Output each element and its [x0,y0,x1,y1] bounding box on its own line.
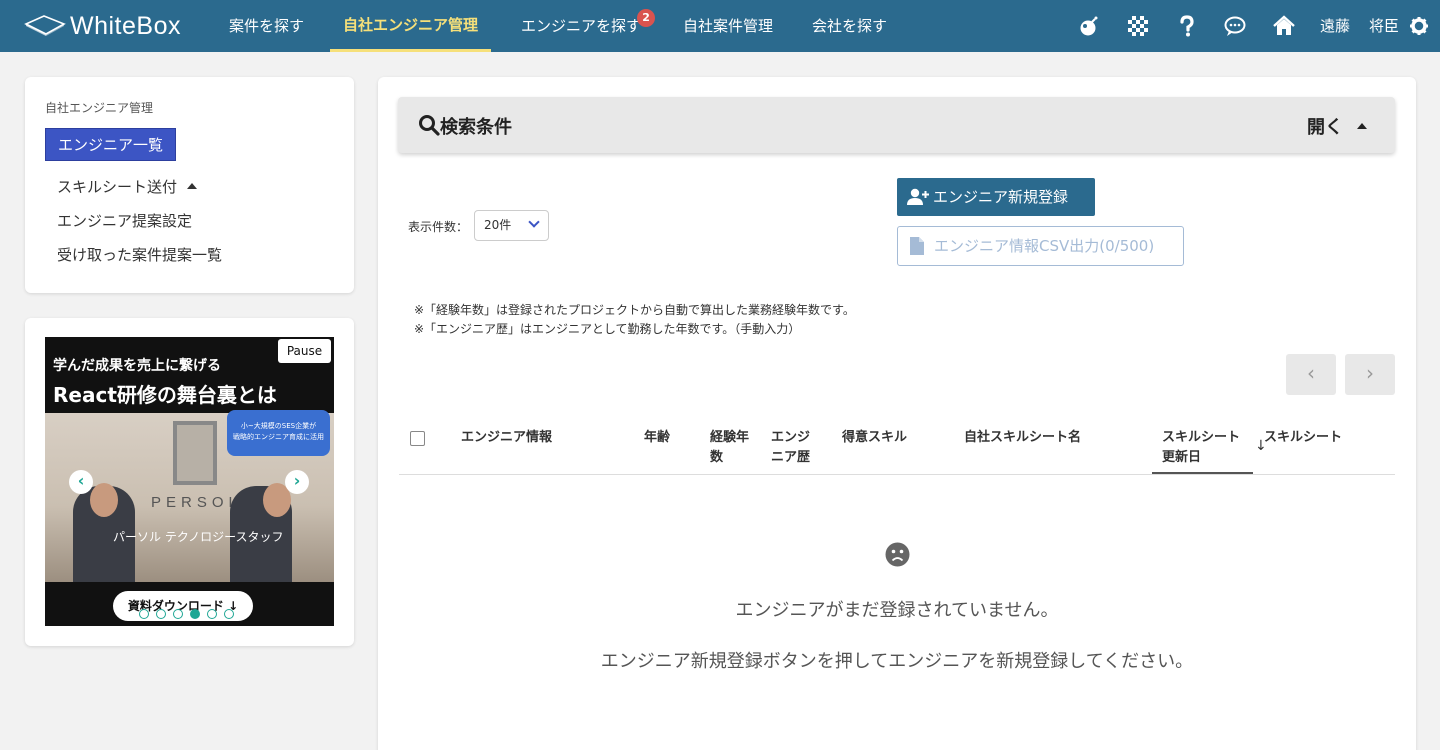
question-icon[interactable] [1174,13,1200,39]
csv-export-label: エンジニア情報CSV出力(0/500) [934,237,1155,255]
th-line: スキルシート [1162,430,1241,445]
ad-tech-text: パーソル テクノロジースタッフ [113,530,284,544]
add-engineer-label: エンジニア新規登録 [933,188,1069,206]
th-line: ニア歴 [771,450,811,465]
ad-carousel-dots [139,609,234,619]
th-line: 更新日 [1162,450,1202,465]
ad-dot[interactable] [156,609,166,619]
caret-up-icon [1357,123,1367,129]
note-experience-years: ※「経験年数」は登録されたプロジェクトから自動で算出した業務経験年数です。 [414,303,855,317]
ad-bubble: 小~大規模のSES企業が 戦略的エンジニア育成に活用 [227,410,330,456]
caret-up-icon [187,183,198,189]
ad-dot[interactable] [173,609,183,619]
csv-export-button[interactable]: エンジニア情報CSV出力(0/500) [897,226,1184,266]
add-engineer-button[interactable]: エンジニア新規登録 [897,178,1095,216]
sidebar-item-skill-sheet-send[interactable]: スキルシート送付 [57,176,198,197]
nav-find-engineers[interactable]: エンジニアを探す 2 [521,0,656,52]
nav-engineer-management[interactable]: 自社エンジニア管理 [330,0,492,52]
sorted-column-indicator [1152,472,1253,474]
ad-banner[interactable]: PERSOL パーソル テクノロジースタッフ 学んだ成果を売上に繋げる Reac… [45,337,334,626]
ad-next-arrow-icon[interactable]: › [285,470,309,494]
th-skill-sheet[interactable]: スキルシート [1264,428,1342,448]
th-experience-years[interactable]: 経験年 数 [710,428,749,468]
ad-brand: PERSOL [151,494,242,511]
sidebar-item-engineer-list[interactable]: エンジニア一覧 [45,128,176,161]
display-count-label: 表示件数： [408,220,469,234]
search-icon [419,115,440,136]
persol-logo-mark [173,421,217,485]
main-panel: 検索条件 開く 表示件数： 20件 エンジニア新規登録 エンジニア情報CSV出力… [378,77,1416,750]
ad-dot[interactable] [207,609,217,619]
notification-badge: 2 [637,9,656,27]
nav-project-management[interactable]: 自社案件管理 [683,0,773,52]
chat-icon[interactable] [1222,13,1248,39]
ad-headline-1: 学んだ成果を売上に繋げる [53,358,221,374]
ad-dot-active[interactable] [190,609,200,619]
bomb-icon[interactable] [1076,13,1102,39]
logo-text: WhiteBox [70,11,181,40]
next-page-button[interactable]: › [1345,354,1395,395]
gear-icon[interactable] [1406,13,1432,39]
search-conditions-title: 検索条件 [440,117,512,138]
prev-page-button[interactable]: ‹ [1286,354,1336,395]
sidebar-menu-card: 自社エンジニア管理 エンジニア一覧 スキルシート送付 エンジニア提案設定 受け取… [25,77,354,293]
th-line: エンジ [771,430,811,445]
logo-box-icon [24,15,66,36]
empty-message-primary: エンジニアがまだ登録されていません。 [735,600,1059,621]
home-icon[interactable] [1271,13,1297,39]
user-first-name[interactable]: 将臣 [1369,0,1399,52]
sidebar-item-proposal-settings[interactable]: エンジニア提案設定 [57,210,192,231]
th-skill-sheet-name[interactable]: 自社スキルシート名 [964,428,1081,448]
open-label: 開く [1307,117,1343,138]
nav-find-companies[interactable]: 会社を探す [812,0,887,52]
th-age[interactable]: 年齢 [644,428,670,448]
csv-file-icon [910,237,924,255]
checkered-flag-icon[interactable] [1125,13,1151,39]
display-count-select[interactable]: 20件 [474,210,549,241]
user-last-name[interactable]: 遠藤 [1320,0,1350,52]
ad-dot[interactable] [224,609,234,619]
ad-bubble-line1: 小~大規模のSES企業が [240,422,317,430]
add-user-icon [907,188,929,205]
ad-pause-button[interactable]: Pause [278,339,331,363]
empty-message-secondary: エンジニア新規登録ボタンを押してエンジニアを新規登録してください。 [600,651,1194,672]
ad-headline-2: React研修の舞台裏とは [53,383,277,407]
ad-person-left-head [90,483,118,517]
sad-face-icon [885,542,910,567]
display-count-value: 20件 [484,218,512,232]
sidebar-item-label: スキルシート送付 [57,178,178,196]
sidebar-item-received-proposals[interactable]: 受け取った案件提案一覧 [57,244,222,265]
note-engineer-years: ※「エンジニア歴」はエンジニアとして勤務した年数です。（手動入力） [414,322,801,336]
table-header-divider [399,474,1395,475]
select-all-checkbox[interactable] [410,431,425,446]
ad-prev-arrow-icon[interactable]: ‹ [69,470,93,494]
ad-bubble-line2: 戦略的エンジニア育成に活用 [233,433,324,441]
search-conditions-toggle[interactable]: 検索条件 開く [398,97,1395,153]
chevron-down-icon [528,216,540,228]
th-line: 経験年 [710,430,750,445]
nav-find-projects[interactable]: 案件を探す [229,0,304,52]
th-engineer-info[interactable]: エンジニア情報 [461,428,552,448]
nav-find-engineers-label: エンジニアを探す [521,17,642,35]
th-engineer-years[interactable]: エンジ ニア歴 [771,428,810,468]
whitebox-logo[interactable]: WhiteBox [24,10,181,42]
th-skill-sheet-updated[interactable]: スキルシート 更新日 [1162,428,1240,468]
top-navbar: WhiteBox 案件を探す 自社エンジニア管理 エンジニアを探す 2 自社案件… [0,0,1440,52]
sidebar-title: 自社エンジニア管理 [45,101,154,115]
th-line: 数 [710,450,724,465]
ad-dot[interactable] [139,609,149,619]
th-skills[interactable]: 得意スキル [842,428,907,448]
